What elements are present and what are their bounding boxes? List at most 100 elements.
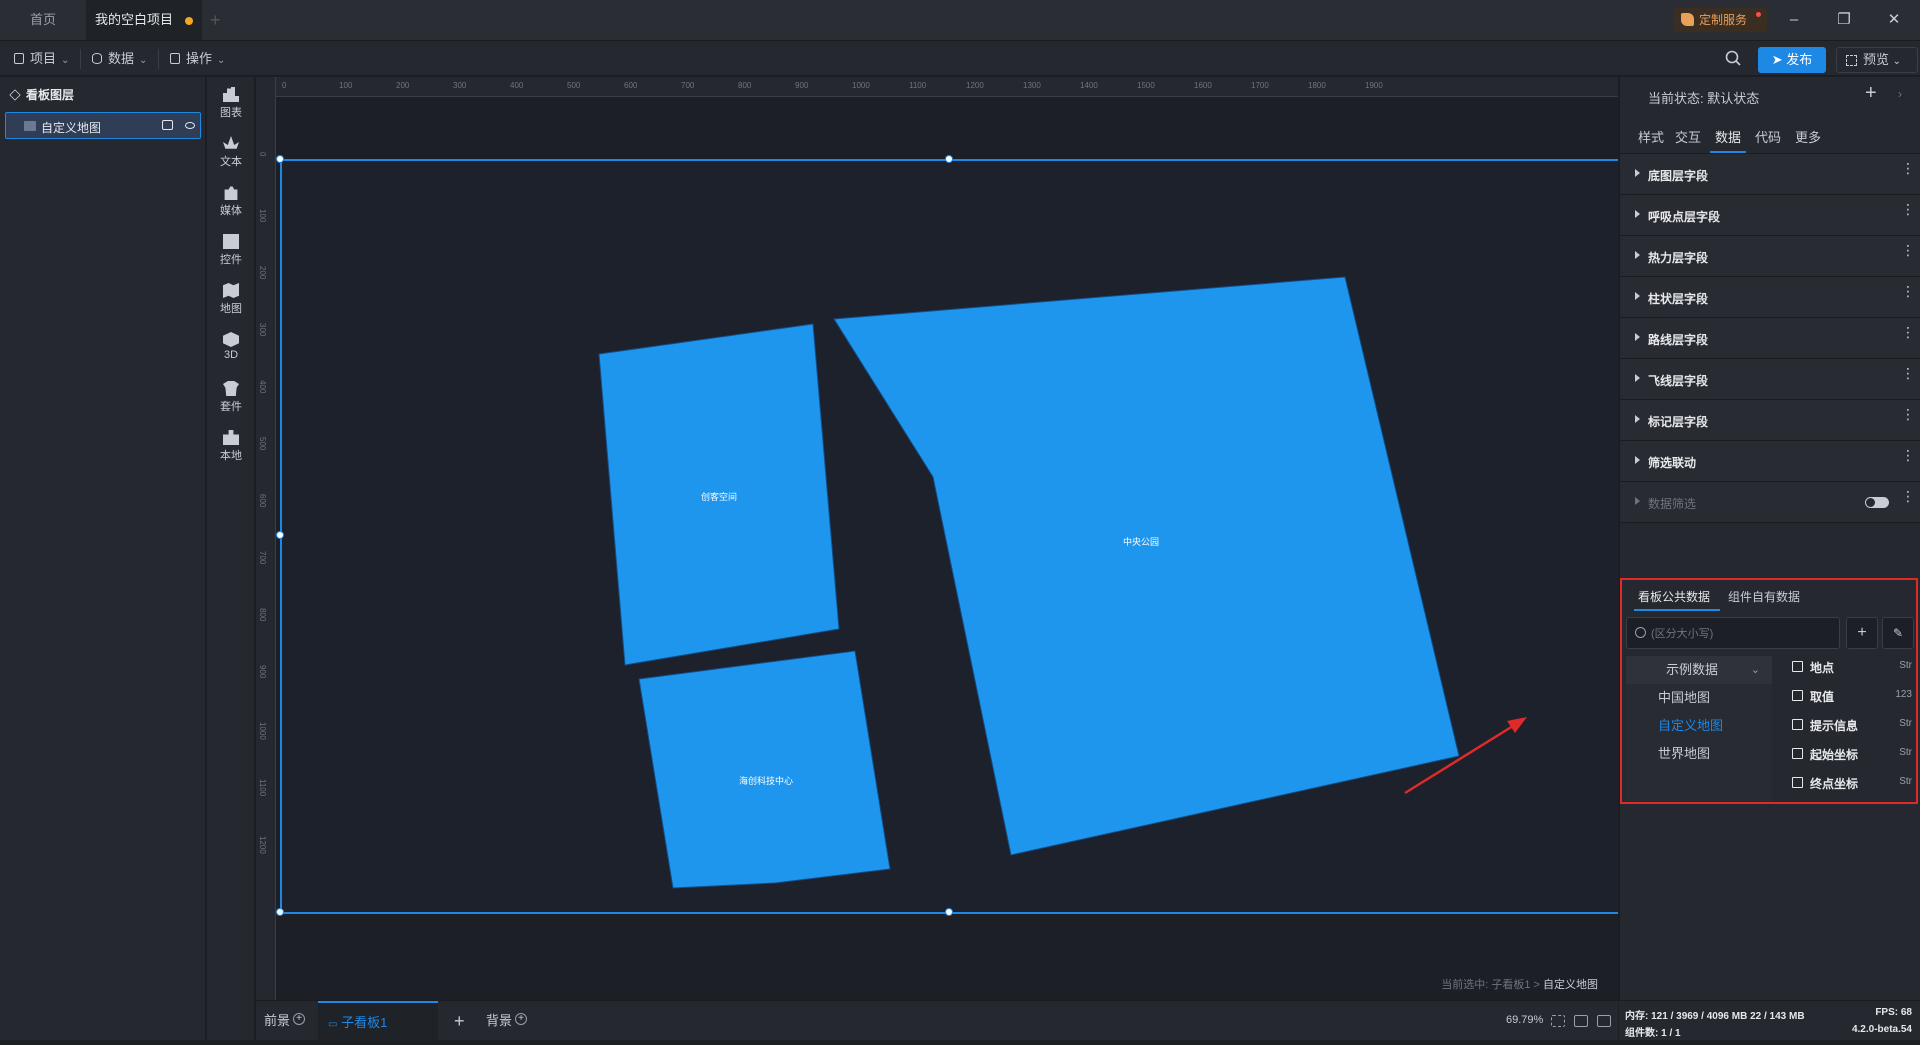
checkbox[interactable] bbox=[1792, 661, 1803, 672]
more-vertical-icon[interactable]: ⋮ bbox=[1901, 284, 1915, 298]
minimize-button[interactable]: – bbox=[1771, 0, 1817, 40]
tab-component-data[interactable]: 组件自有数据 bbox=[1728, 588, 1800, 605]
field-group-row[interactable]: 标记层字段 ⋮ bbox=[1620, 400, 1920, 441]
keyboard-icon[interactable] bbox=[1574, 1015, 1588, 1027]
data-field-item[interactable]: 提示信息 Str bbox=[1792, 714, 1916, 736]
checkbox[interactable] bbox=[1792, 748, 1803, 759]
field-group-row[interactable]: 路线层字段 ⋮ bbox=[1620, 318, 1920, 359]
tool-map[interactable]: 地图 bbox=[207, 273, 255, 323]
tab-data[interactable]: 数据 bbox=[1715, 127, 1741, 146]
preview-label: 预览 bbox=[1863, 52, 1890, 67]
data-field-item[interactable]: 起始坐标 Str bbox=[1792, 743, 1916, 765]
add-state-button[interactable]: + bbox=[1865, 82, 1877, 105]
more-vertical-icon[interactable]: ⋮ bbox=[1901, 366, 1915, 380]
add-circle-icon[interactable]: + bbox=[515, 1013, 528, 1025]
data-field-item[interactable]: 取值 123 bbox=[1792, 685, 1916, 707]
canvas[interactable]: 0 100 200 300 400 500 600 700 800 900 1000 1100 1200… bbox=[256, 77, 1618, 1000]
tab-more[interactable]: 更多 bbox=[1795, 127, 1821, 146]
more-vertical-icon[interactable]: ⋮ bbox=[1901, 325, 1915, 339]
list-item-china-map[interactable]: 中国地图 bbox=[1626, 684, 1772, 712]
tool-control[interactable]: 控件 bbox=[207, 224, 255, 274]
data-field-item[interactable]: 地点 Str bbox=[1792, 656, 1916, 678]
tab-board-public-data[interactable]: 看板公共数据 bbox=[1638, 588, 1710, 605]
tool-text[interactable]: 文本 bbox=[207, 126, 255, 176]
add-board-button[interactable]: + bbox=[454, 1001, 465, 1041]
menu-data[interactable]: 数据 ⌄ bbox=[92, 41, 147, 77]
region-central-park[interactable] bbox=[833, 276, 1460, 856]
tool-bar-chart[interactable]: 图表 bbox=[207, 77, 255, 127]
checkbox[interactable] bbox=[1792, 777, 1803, 788]
fit-screen-icon[interactable] bbox=[1551, 1015, 1565, 1027]
checkbox[interactable] bbox=[1792, 719, 1803, 730]
menu-bar: 项目 ⌄ 数据 ⌄ 操作 ⌄ ➤ 发布 预览 ⌄ bbox=[0, 40, 1920, 76]
field-group-row[interactable]: 数据筛选 ⋮ bbox=[1620, 482, 1920, 523]
current-state: 当前状态: 默认状态 bbox=[1648, 88, 1759, 107]
tab-foreground[interactable]: 前景 + bbox=[264, 1001, 306, 1041]
tab-project[interactable]: 我的空白项目 bbox=[86, 0, 202, 40]
more-vertical-icon[interactable]: ⋮ bbox=[1901, 489, 1915, 503]
checkbox[interactable] bbox=[1792, 690, 1803, 701]
menu-project[interactable]: 项目 ⌄ bbox=[14, 41, 69, 77]
caret-right-icon bbox=[1635, 497, 1640, 505]
more-vertical-icon[interactable]: ⋮ bbox=[1901, 448, 1915, 462]
tab-sub-board[interactable]: ▭ 子看板1 bbox=[318, 1001, 438, 1041]
resize-handle[interactable] bbox=[945, 908, 953, 916]
list-item-custom-map[interactable]: 自定义地图 bbox=[1626, 712, 1772, 740]
field-group-row[interactable]: 呼吸点层字段 ⋮ bbox=[1620, 195, 1920, 236]
unlock-icon[interactable] bbox=[162, 120, 173, 130]
map-stage[interactable]: 创客空间 中央公园 海创科技中心 bbox=[281, 159, 1618, 912]
edit-data-button[interactable]: ✎ bbox=[1882, 617, 1914, 649]
data-field-item[interactable]: 终点坐标 Str bbox=[1792, 772, 1916, 794]
field-group-row[interactable]: 热力层字段 ⋮ bbox=[1620, 236, 1920, 277]
data-search-input[interactable] bbox=[1651, 625, 1831, 643]
region-tech-center[interactable] bbox=[638, 650, 891, 889]
resize-handle[interactable] bbox=[276, 531, 284, 539]
menu-operation[interactable]: 操作 ⌄ bbox=[170, 41, 225, 77]
component-count: 组件数: 1 / 1 bbox=[1625, 1028, 1681, 1039]
field-group-row[interactable]: 柱状层字段 ⋮ bbox=[1620, 277, 1920, 318]
resize-handle[interactable] bbox=[276, 155, 284, 163]
tool-cube[interactable]: 3D bbox=[207, 322, 255, 372]
more-vertical-icon[interactable]: ⋮ bbox=[1901, 202, 1915, 216]
search-icon[interactable] bbox=[1725, 50, 1741, 66]
field-group-row[interactable]: 筛选联动 ⋮ bbox=[1620, 441, 1920, 482]
custom-service-button[interactable]: 定制服务 bbox=[1673, 8, 1767, 32]
toggle-switch[interactable] bbox=[1865, 497, 1889, 508]
zoom-level[interactable]: 69.79% bbox=[1506, 1014, 1543, 1026]
tool-media[interactable]: 媒体 bbox=[207, 175, 255, 225]
tab-home[interactable]: 首页 bbox=[0, 0, 86, 40]
publish-label: 发布 bbox=[1786, 52, 1813, 67]
caret-right-icon bbox=[1635, 333, 1640, 341]
add-tab-button[interactable]: + bbox=[210, 10, 221, 30]
map-icon bbox=[223, 283, 239, 298]
ruler-tick-label: 200 bbox=[396, 81, 410, 90]
tab-code[interactable]: 代码 bbox=[1755, 127, 1781, 146]
caret-right-icon bbox=[1635, 210, 1640, 218]
close-button[interactable]: ✕ bbox=[1871, 0, 1917, 40]
layer-item-custom-map[interactable]: 自定义地图 bbox=[5, 112, 201, 139]
restore-button[interactable]: ❐ bbox=[1821, 0, 1867, 40]
resize-handle[interactable] bbox=[945, 155, 953, 163]
field-group-label: 呼吸点层字段 bbox=[1648, 210, 1721, 224]
tool-puzzle[interactable]: 本地 bbox=[207, 420, 255, 470]
more-vertical-icon[interactable]: ⋮ bbox=[1901, 407, 1915, 421]
add-data-button[interactable]: + bbox=[1846, 617, 1878, 649]
tool-kit[interactable]: 套件 bbox=[207, 371, 255, 421]
more-vertical-icon[interactable]: ⋮ bbox=[1901, 243, 1915, 257]
list-item-sample-data[interactable]: 示例数据 ⌄ bbox=[1626, 656, 1772, 684]
terminal-icon[interactable] bbox=[1597, 1015, 1611, 1027]
eye-icon[interactable] bbox=[185, 122, 195, 129]
tab-background[interactable]: 背景 + bbox=[486, 1001, 528, 1041]
chevron-right-icon[interactable]: › bbox=[1898, 87, 1902, 101]
tab-interaction[interactable]: 交互 bbox=[1675, 127, 1701, 146]
add-circle-icon[interactable]: + bbox=[293, 1013, 306, 1025]
field-group-row[interactable]: 飞线层字段 ⋮ bbox=[1620, 359, 1920, 400]
preview-button[interactable]: 预览 ⌄ bbox=[1836, 47, 1918, 73]
puzzle-icon bbox=[223, 430, 239, 445]
resize-handle[interactable] bbox=[276, 908, 284, 916]
publish-button[interactable]: ➤ 发布 bbox=[1758, 47, 1826, 73]
field-group-row[interactable]: 底图层字段 ⋮ bbox=[1620, 154, 1920, 195]
list-item-world-map[interactable]: 世界地图 bbox=[1626, 740, 1772, 768]
more-vertical-icon[interactable]: ⋮ bbox=[1901, 161, 1915, 175]
tab-style[interactable]: 样式 bbox=[1638, 127, 1664, 146]
